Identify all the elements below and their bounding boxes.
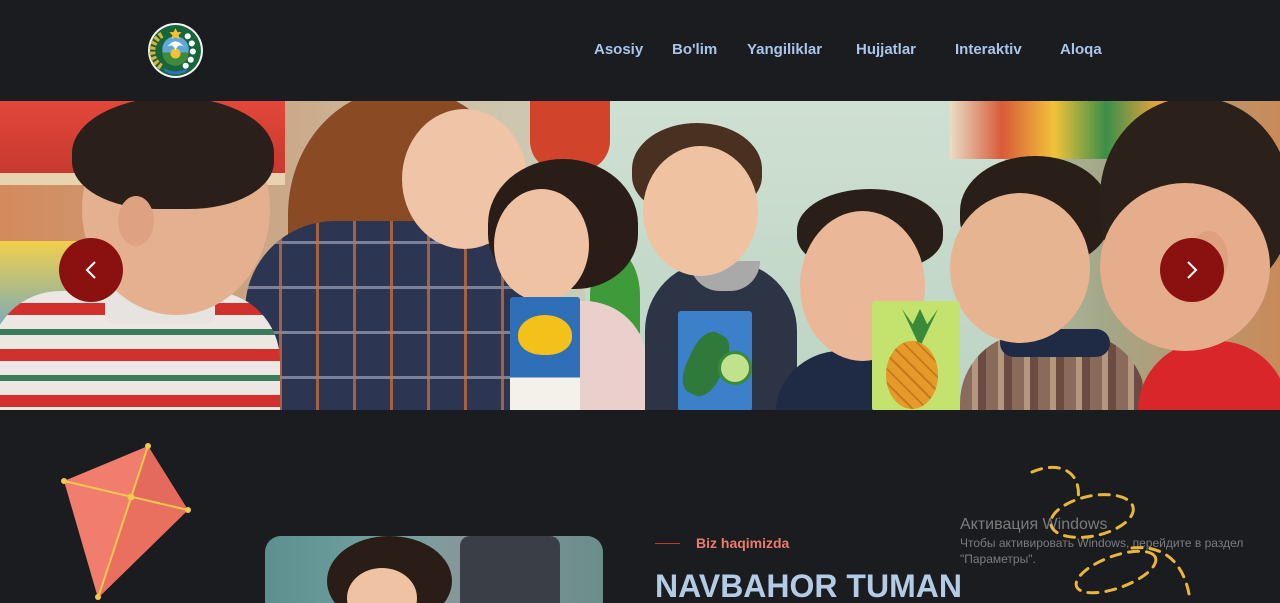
emblem-graphic <box>148 23 203 78</box>
about-eyebrow: Biz haqimizda <box>696 535 790 551</box>
nav-item-hujjatlar[interactable]: Hujjatlar <box>856 40 916 60</box>
dashed-swirl-decoration <box>1020 460 1200 602</box>
kite-graphic <box>61 443 191 600</box>
photo-adult <box>460 536 560 603</box>
photo-child-hair <box>72 101 274 209</box>
banana-picture <box>518 315 572 355</box>
carousel-prev-button[interactable] <box>59 238 123 302</box>
nav-item-aloqa[interactable]: Aloqa <box>1060 40 1102 60</box>
chevron-left-icon <box>85 261 96 279</box>
photo-child-ear <box>118 196 154 246</box>
dashed-swirl-graphic <box>1030 465 1192 602</box>
chevron-right-icon <box>1187 261 1198 279</box>
state-emblem-icon[interactable] <box>147 22 204 79</box>
nav-item-interaktiv[interactable]: Interaktiv <box>955 40 1022 60</box>
photo-child-face <box>494 189 589 301</box>
about-photo-card <box>265 536 603 603</box>
about-heading: NAVBAHOR TUMAN <box>655 570 962 602</box>
photo-cucumber-card <box>678 311 752 410</box>
photo-pineapple-card <box>872 301 960 410</box>
photo-banana-card <box>510 297 580 410</box>
nav-item-asosiy[interactable]: Asosiy <box>594 40 643 60</box>
nav-item-bolim[interactable]: Bo'lim <box>672 40 717 60</box>
photo-child-face <box>950 193 1090 343</box>
hero-carousel <box>0 101 1280 410</box>
photo-child-sweater <box>1138 341 1280 410</box>
pineapple-picture <box>886 341 938 409</box>
eyebrow-line <box>655 543 680 544</box>
photo-teacher-dress <box>245 221 530 410</box>
photo-child-face <box>643 146 758 276</box>
kite-icon <box>55 440 200 602</box>
cucumber-slice-picture <box>718 351 752 385</box>
site-header: Asosiy Bo'lim Yangiliklar Hujjatlar Inte… <box>0 0 1280 101</box>
carousel-next-button[interactable] <box>1160 238 1224 302</box>
nav-item-yangiliklar[interactable]: Yangiliklar <box>747 40 822 60</box>
